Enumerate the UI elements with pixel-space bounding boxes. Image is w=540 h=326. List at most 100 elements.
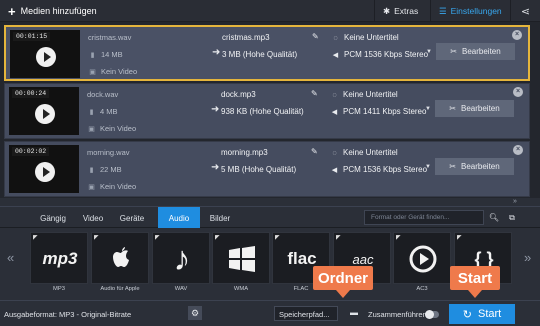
duration-label: 00:02:02 xyxy=(12,147,50,156)
video-thumbnail[interactable]: 00:02:02 xyxy=(9,145,79,193)
file-icon: ▮ xyxy=(89,167,94,174)
chevron-down-icon[interactable]: ▼ xyxy=(425,164,431,170)
output-format-label: Ausgabeformat: MP3 - Original-Bitrate xyxy=(4,310,132,319)
speaker-icon: ◀ xyxy=(332,52,339,59)
format-tile-ac3[interactable]: ◤ xyxy=(393,232,451,284)
output-filename[interactable]: cristmas.mp3 xyxy=(222,33,270,42)
edit-label: Bearbeiten xyxy=(461,104,500,113)
format-label: Audio für Apple xyxy=(100,286,140,292)
music-note-icon: ♪ xyxy=(173,239,191,278)
source-filename: dock.wav xyxy=(87,90,119,99)
convert-arrow-icon: ➜ xyxy=(211,162,220,173)
video-thumbnail[interactable]: 00:00:24 xyxy=(9,87,79,135)
tab-video[interactable]: Video xyxy=(78,207,108,229)
scroll-right-icon[interactable]: » xyxy=(524,250,531,265)
output-size: 938 KB (Hohe Qualität) xyxy=(221,107,304,116)
edit-button[interactable]: ✂ Bearbeiten xyxy=(435,100,514,117)
remove-file-icon[interactable]: × xyxy=(512,30,522,40)
audio-track-selector[interactable]: ◀ PCM 1536 Kbps Stereo xyxy=(330,165,427,174)
audio-track-selector[interactable]: ◀ PCM 1536 Kbps Stereo xyxy=(331,50,428,59)
mp3-logo: mp3 xyxy=(42,249,78,268)
source-size-value: 4 MB xyxy=(100,107,118,116)
scissors-icon: ✂ xyxy=(449,162,456,171)
format-label: WAV xyxy=(174,286,188,292)
share-button[interactable]: ⋖ xyxy=(510,0,540,22)
tab-audio[interactable]: Audio xyxy=(158,207,200,229)
format-search-input[interactable]: Format oder Gerät finden... xyxy=(364,210,484,225)
detect-device-icon[interactable]: ⧉ xyxy=(505,210,519,225)
settings-button[interactable]: ☰ Einstellungen xyxy=(430,0,510,22)
subtitle-selector[interactable]: ◌ Keine Untertitel xyxy=(330,90,397,99)
menu-icon: ☰ xyxy=(439,5,447,16)
remove-file-icon[interactable]: × xyxy=(513,145,523,155)
source-size-value: 14 MB xyxy=(101,50,123,59)
output-filename[interactable]: dock.mp3 xyxy=(221,90,256,99)
rename-pencil-icon[interactable]: ✎ xyxy=(311,89,318,98)
merge-toggle[interactable] xyxy=(425,310,439,319)
format-tile-wma[interactable]: ◤ xyxy=(212,232,270,284)
collapse-panel-icon[interactable]: » xyxy=(508,198,522,206)
subtitle-icon: ◌ xyxy=(332,150,337,157)
scissors-icon: ✂ xyxy=(450,47,457,56)
tab-common[interactable]: Gängig xyxy=(28,207,78,229)
extras-button[interactable]: ✱ Extras xyxy=(374,0,430,22)
play-icon[interactable] xyxy=(35,162,55,182)
convert-arrow-icon: ➜ xyxy=(212,47,221,58)
source-size: ▮ 4 MB xyxy=(87,107,118,116)
file-list: 00:01:15 cristmas.wav ▮ 14 MB ▣ Kein Video… xyxy=(0,22,540,198)
video-thumbnail[interactable]: 00:01:15 xyxy=(10,30,80,78)
file-row[interactable]: 00:00:24 dock.wav ▮ 4 MB ▣ Kein Video ➜ do… xyxy=(4,83,530,139)
rename-pencil-icon[interactable]: ✎ xyxy=(312,32,319,41)
format-tile-apple[interactable]: ◤ xyxy=(91,232,149,284)
windows-icon xyxy=(213,233,271,285)
plus-icon: + xyxy=(8,3,16,19)
subtitle-selector[interactable]: ◌ Keine Untertitel xyxy=(331,33,399,42)
callout-start: Start xyxy=(450,266,500,298)
file-row[interactable]: 00:02:02 morning.wav ▮ 22 MB ▣ Kein Video … xyxy=(4,141,530,197)
folder-icon[interactable]: ▬ xyxy=(350,308,358,317)
format-label: MP3 xyxy=(53,286,65,292)
format-tile-mp3[interactable]: ◤ mp3 xyxy=(30,232,88,284)
video-track: ▣ Kein Video xyxy=(88,67,137,76)
edit-label: Bearbeiten xyxy=(461,162,500,171)
audio-track-value: PCM 1411 Kbps Stereo xyxy=(343,107,427,116)
add-media-label: Medien hinzufügen xyxy=(20,6,97,16)
edit-button[interactable]: ✂ Bearbeiten xyxy=(436,43,515,60)
remove-file-icon[interactable]: × xyxy=(513,87,523,97)
settings-label: Einstellungen xyxy=(450,6,502,16)
tab-devices[interactable]: Geräte xyxy=(112,207,152,229)
speaker-icon: ◀ xyxy=(331,167,338,174)
duration-label: 00:01:15 xyxy=(13,32,51,41)
top-toolbar: + Medien hinzufügen ✱ Extras ☰ Einstellu… xyxy=(0,0,540,22)
subtitle-value: Keine Untertitel xyxy=(343,148,398,157)
tab-images[interactable]: Bilder xyxy=(200,207,240,229)
output-filename[interactable]: morning.mp3 xyxy=(221,148,268,157)
scroll-left-icon[interactable]: « xyxy=(7,250,14,265)
speaker-icon: ◀ xyxy=(331,109,338,116)
play-icon[interactable] xyxy=(35,104,55,124)
format-tile-wav[interactable]: ◤ ♪ xyxy=(152,232,210,284)
play-icon[interactable] xyxy=(36,47,56,67)
video-track-value: Kein Video xyxy=(100,182,137,191)
chevron-down-icon[interactable]: ▼ xyxy=(426,49,432,55)
gear-icon[interactable]: ⚙ xyxy=(188,306,202,320)
format-tabs: Gängig Video Geräte Audio Bilder Format … xyxy=(0,206,540,229)
edit-button[interactable]: ✂ Bearbeiten xyxy=(435,158,514,175)
save-path-dropdown[interactable]: Speicherpfad... xyxy=(274,306,338,321)
subtitle-value: Keine Untertitel xyxy=(344,33,399,42)
format-label: WMA xyxy=(233,286,249,292)
add-media-button[interactable]: + Medien hinzufügen xyxy=(0,0,105,22)
start-button[interactable]: ↻ Start xyxy=(449,304,515,324)
subtitle-icon: ◌ xyxy=(333,35,338,42)
source-size-value: 22 MB xyxy=(100,165,122,174)
merge-label: Zusammenführen xyxy=(368,310,427,319)
apple-icon xyxy=(92,233,150,285)
chevron-down-icon[interactable]: ▼ xyxy=(425,106,431,112)
source-filename: morning.wav xyxy=(87,148,130,157)
audio-track-selector[interactable]: ◀ PCM 1411 Kbps Stereo xyxy=(330,107,427,116)
rename-pencil-icon[interactable]: ✎ xyxy=(311,147,318,156)
file-row[interactable]: 00:01:15 cristmas.wav ▮ 14 MB ▣ Kein Video… xyxy=(4,25,530,81)
subtitle-selector[interactable]: ◌ Keine Untertitel xyxy=(330,148,398,157)
video-icon: ▣ xyxy=(88,184,95,191)
search-icon[interactable]: 🔍︎ xyxy=(487,210,501,225)
